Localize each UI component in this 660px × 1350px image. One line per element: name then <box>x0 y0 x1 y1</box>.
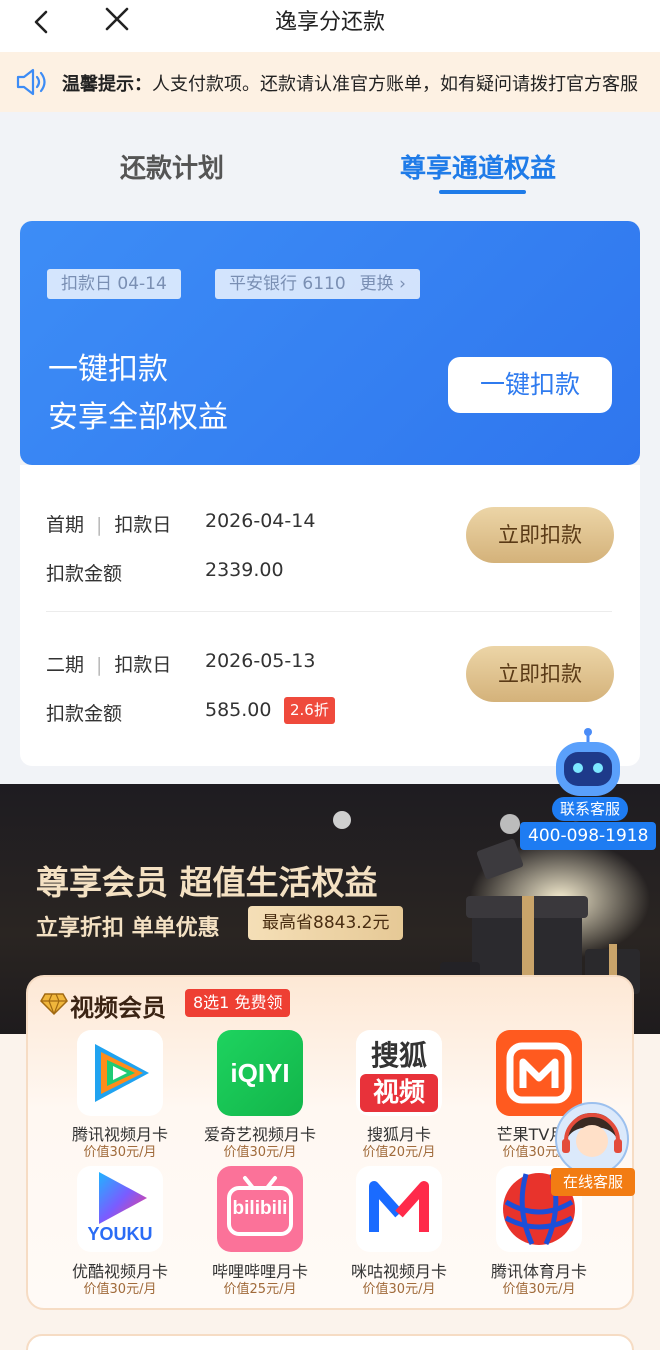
pay-now-button-2[interactable]: 立即扣款 <box>466 646 614 702</box>
date-label: 扣款日 <box>114 654 172 676</box>
banner-title: 尊享会员 超值生活权益 <box>36 863 378 902</box>
app-price: 价值30元/月 <box>502 1282 576 1297</box>
installment-2-amount: 585.00 <box>205 699 272 721</box>
sohu-logo-text: 搜狐 <box>370 1039 427 1072</box>
installment-2-amount-label: 扣款金额 <box>46 703 123 725</box>
app-price: 价值30元/月 <box>83 1145 157 1160</box>
free-pick-badge: 8选1 免费领 <box>185 989 291 1017</box>
sohu-video-icon[interactable]: 搜狐 视频 <box>356 1030 442 1116</box>
card-subheadline: 安享全部权益 <box>48 400 228 435</box>
app-price: 价值30元/月 <box>83 1282 157 1297</box>
card-headline: 一键扣款 <box>48 352 168 387</box>
iqiyi-logo-text: iQIYI <box>230 1058 290 1088</box>
installment-2-period: 二期 | 扣款日 <box>46 654 172 676</box>
change-bank-link[interactable]: 更换 › <box>360 274 406 294</box>
sohu-video-text: 视频 <box>360 1074 438 1112</box>
diamond-icon <box>40 993 68 1016</box>
pay-now-button-1[interactable]: 立即扣款 <box>466 507 614 563</box>
top-bar: 逸享分还款 <box>0 0 660 52</box>
tencent-video-icon[interactable] <box>77 1030 163 1116</box>
bank-card-label: 平安银行 6110 <box>229 274 346 294</box>
app-price: 价值20元/月 <box>362 1145 436 1160</box>
period-label: 首期 <box>46 514 85 536</box>
silver-ball-icon <box>333 811 351 829</box>
service-phone[interactable]: 400-098-1918 <box>520 822 657 850</box>
video-vip-title: 视频会员 <box>70 994 166 1022</box>
divider <box>46 611 612 612</box>
iqiyi-icon[interactable]: iQIYI <box>217 1030 303 1116</box>
installment-1-amount-label: 扣款金额 <box>46 563 123 585</box>
installment-1-amount: 2339.00 <box>205 559 284 581</box>
page-title: 逸享分还款 <box>274 10 385 35</box>
installment-2-date: 2026-05-13 <box>205 650 316 672</box>
period-label: 二期 <box>46 654 85 676</box>
speaker-icon <box>16 68 46 96</box>
migu-video-icon[interactable] <box>356 1166 442 1252</box>
installment-1-date: 2026-04-14 <box>205 510 316 532</box>
app-price: 价值25元/月 <box>223 1282 297 1297</box>
app-price: 价值30元/月 <box>362 1282 436 1297</box>
online-service-label[interactable]: 在线客服 <box>551 1168 635 1196</box>
one-key-deduct-button[interactable]: 一键扣款 <box>448 357 612 413</box>
installment-1-period: 首期 | 扣款日 <box>46 514 172 536</box>
app-price: 价值30元/月 <box>223 1145 297 1160</box>
next-section-card <box>26 1334 634 1350</box>
notice-label: 温馨提示： <box>62 74 152 95</box>
max-saving-badge: 最高省8843.2元 <box>248 906 404 940</box>
notice-content: 人支付款项。还款请认准官方账单，如有疑问请拨打官方客服 <box>152 74 638 95</box>
contact-service-label[interactable]: 联系客服 <box>552 797 629 821</box>
bilibili-logo-text: bilibili <box>232 1198 288 1219</box>
notice-text: 温馨提示：人支付款项。还款请认准官方账单，如有疑问请拨打官方客服 <box>62 70 638 96</box>
tab-repayment-plan[interactable]: 还款计划 <box>120 148 224 185</box>
tab-exclusive-benefits[interactable]: 尊享通道权益 <box>400 148 556 185</box>
date-label: 扣款日 <box>114 514 172 536</box>
deduct-date-chip: 扣款日 04-14 <box>47 269 181 299</box>
youku-icon[interactable]: YOUKU <box>77 1166 163 1252</box>
youku-logo-text: YOUKU <box>87 1224 153 1244</box>
banner-subtitle: 立享折扣 单单优惠 <box>36 916 220 941</box>
active-tab-indicator <box>439 190 526 194</box>
bank-card-chip[interactable]: 平安银行 6110 更换 › <box>215 269 420 299</box>
bilibili-icon[interactable]: bilibili <box>217 1166 303 1252</box>
discount-badge: 2.6折 <box>284 697 335 724</box>
notice-bar: 温馨提示：人支付款项。还款请认准官方账单，如有疑问请拨打官方客服 <box>0 52 660 112</box>
